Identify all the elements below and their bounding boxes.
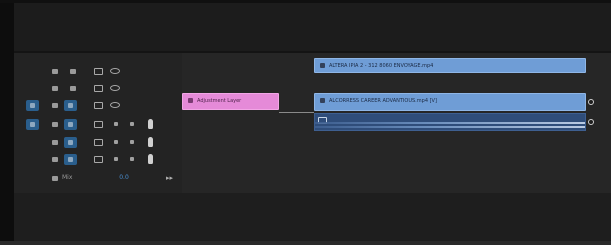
lock-icon[interactable] <box>52 103 58 108</box>
eye-icon[interactable] <box>110 102 120 108</box>
track-header-v2[interactable] <box>14 80 182 97</box>
track-header-a1[interactable] <box>14 116 182 133</box>
microphone-icon[interactable] <box>148 119 153 129</box>
clip-a1[interactable] <box>314 113 586 131</box>
solo-icon[interactable] <box>130 140 134 144</box>
clip-adjustment-layer[interactable]: Adjustment Layer <box>182 93 279 110</box>
mute-icon[interactable] <box>114 140 118 144</box>
clip-v1-label: ALCORRESS CAREER ADVANTIOUS.mp4 [V] <box>329 98 437 104</box>
left-panel-edge <box>0 0 14 245</box>
lock-icon[interactable] <box>52 86 58 91</box>
clip-end-handle[interactable] <box>588 99 594 105</box>
target-icon <box>68 157 73 162</box>
target-track-a3[interactable] <box>64 154 77 165</box>
lock-icon[interactable] <box>52 122 58 127</box>
track-header-v3[interactable] <box>14 63 182 80</box>
premiere-timeline-panel: Mix 0.0 ▸▸ ALTERA IPIA 2 - 312 8060 ENVO… <box>0 0 611 245</box>
solo-icon[interactable] <box>130 122 134 126</box>
bottom-scrollbar[interactable] <box>0 241 611 245</box>
track-header-master[interactable]: Mix 0.0 ▸▸ <box>14 170 182 187</box>
target-icon <box>68 103 73 108</box>
microphone-icon[interactable] <box>148 154 153 164</box>
track-link-line <box>279 112 314 113</box>
skip-to-end-icon[interactable]: ▸▸ <box>166 175 174 182</box>
source-patch-icon <box>30 103 35 108</box>
microphone-icon[interactable] <box>148 137 153 147</box>
timeline-tracks[interactable]: ALTERA IPIA 2 - 312 8060 ENVOYAGE.mp4 Ad… <box>182 53 611 193</box>
mute-icon[interactable] <box>114 157 118 161</box>
timeline-ruler-area[interactable] <box>14 3 611 51</box>
sync-lock-icon[interactable] <box>70 69 76 74</box>
fx-badge-icon <box>320 63 325 68</box>
target-track-v1[interactable] <box>64 100 77 111</box>
lock-icon[interactable] <box>52 157 58 162</box>
eye-icon[interactable] <box>110 85 120 91</box>
clip-adjustment-label: Adjustment Layer <box>197 98 242 104</box>
master-track-label: Mix <box>62 174 73 181</box>
audio-waveform <box>315 126 585 128</box>
track-headers: Mix 0.0 ▸▸ <box>14 53 182 193</box>
source-patch-v1[interactable] <box>26 100 39 111</box>
mute-icon[interactable] <box>114 122 118 126</box>
camera-icon[interactable] <box>94 156 103 163</box>
target-icon <box>68 122 73 127</box>
source-patch-a1[interactable] <box>26 119 39 130</box>
clip-v1[interactable]: ALCORRESS CAREER ADVANTIOUS.mp4 [V] <box>314 93 586 111</box>
target-icon <box>68 140 73 145</box>
master-volume-value[interactable]: 0.0 <box>114 173 134 183</box>
fx-badge-icon <box>320 98 325 103</box>
solo-icon[interactable] <box>130 157 134 161</box>
track-header-a2[interactable] <box>14 134 182 151</box>
clip-v2-label: ALTERA IPIA 2 - 312 8060 ENVOYAGE.mp4 <box>329 63 434 69</box>
camera-icon[interactable] <box>94 139 103 146</box>
clip-v2[interactable]: ALTERA IPIA 2 - 312 8060 ENVOYAGE.mp4 <box>314 58 586 73</box>
audio-waveform <box>315 122 585 124</box>
timeline-empty-area[interactable] <box>14 193 611 241</box>
camera-icon[interactable] <box>94 68 103 75</box>
eye-icon[interactable] <box>110 68 120 74</box>
sync-lock-icon[interactable] <box>70 86 76 91</box>
track-header-v1[interactable] <box>14 97 182 114</box>
camera-icon[interactable] <box>94 102 103 109</box>
camera-icon[interactable] <box>94 85 103 92</box>
target-track-a2[interactable] <box>64 137 77 148</box>
lock-icon[interactable] <box>52 176 58 181</box>
track-header-a3[interactable] <box>14 151 182 168</box>
lock-icon[interactable] <box>52 69 58 74</box>
lock-icon[interactable] <box>52 140 58 145</box>
camera-icon[interactable] <box>94 121 103 128</box>
source-patch-icon <box>30 122 35 127</box>
clip-end-handle[interactable] <box>588 119 594 125</box>
fx-badge-icon <box>188 98 193 103</box>
target-track-a1[interactable] <box>64 119 77 130</box>
